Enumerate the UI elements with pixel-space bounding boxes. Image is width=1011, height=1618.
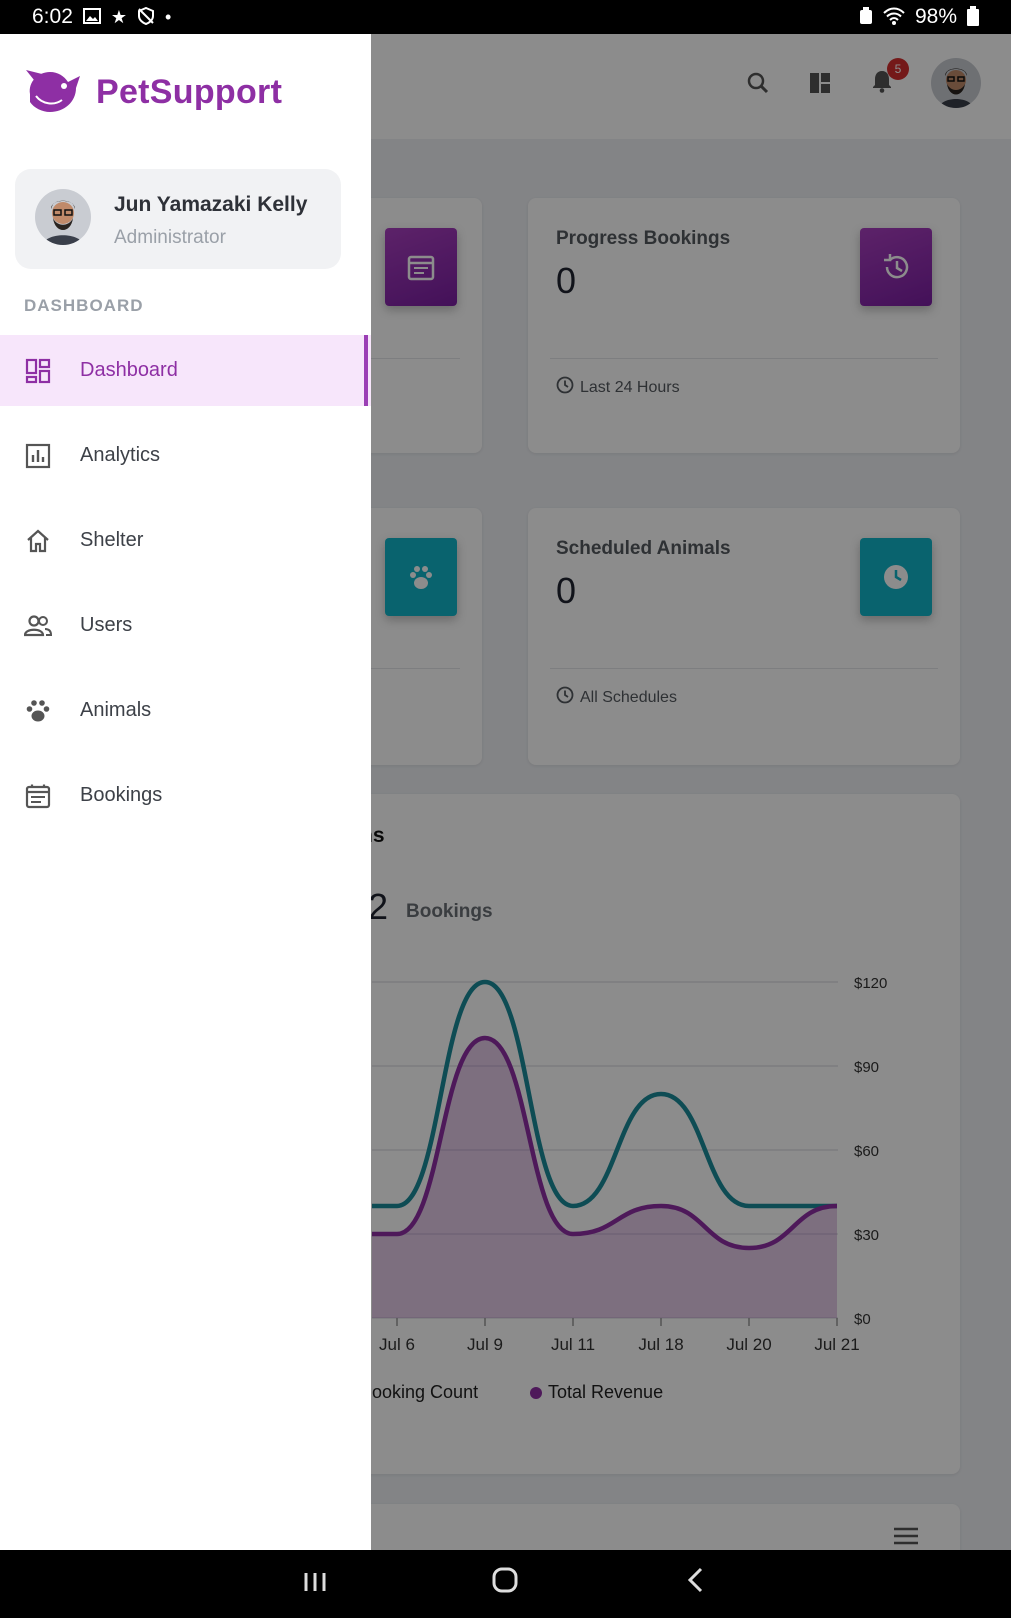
app-screen: 5 Progress Bookings 0 Last 24 Hours Sche… (0, 34, 1011, 1550)
section-label: DASHBOARD (24, 296, 144, 315)
nav-item-bookings[interactable]: Bookings (0, 760, 371, 831)
dot-icon: • (165, 7, 172, 27)
petsupport-logo-icon (24, 64, 82, 121)
back-icon[interactable] (666, 1567, 726, 1601)
nav-item-animals[interactable]: Animals (0, 675, 371, 746)
nav-item-shelter[interactable]: Shelter (0, 505, 371, 576)
nav-label: Users (80, 614, 133, 636)
star-icon: ★ (110, 7, 128, 27)
paw-icon (24, 697, 52, 725)
wifi-icon (883, 7, 905, 28)
nav-label: Dashboard (80, 359, 178, 381)
nav-label: Animals (80, 699, 152, 721)
battery-saver-icon (859, 6, 873, 28)
battery-percent: 98% (914, 5, 957, 28)
nav-item-users[interactable]: Users (0, 590, 371, 661)
recents-icon[interactable] (285, 1567, 345, 1601)
brand[interactable]: PetSupport (24, 64, 282, 121)
nav-label: Bookings (80, 784, 163, 806)
drawer-nav: Dashboard Analytics Shelter Users Animal… (0, 335, 371, 845)
nav-item-dashboard[interactable]: Dashboard (0, 335, 371, 406)
analytics-icon (24, 442, 52, 470)
shield-off-icon (137, 6, 155, 28)
battery-icon (967, 5, 979, 29)
dashboard-icon (24, 357, 52, 385)
avatar (35, 189, 91, 245)
navigation-drawer: PetSupport Jun Yamazaki Kelly Administra… (0, 34, 371, 1550)
nav-label: Analytics (80, 444, 161, 466)
nav-item-analytics[interactable]: Analytics (0, 420, 371, 491)
brand-name: PetSupport (96, 73, 283, 111)
system-navigation-bar (0, 1550, 1011, 1618)
image-icon (82, 7, 101, 27)
calendar-icon (24, 782, 52, 810)
home-button-icon[interactable] (475, 1567, 535, 1601)
status-bar: 6:02 ★ • 98% (0, 0, 1011, 34)
user-name: Jun Yamazaki Kelly (114, 193, 308, 216)
home-icon (24, 527, 52, 555)
users-icon (24, 612, 52, 640)
user-role: Administrator (114, 227, 226, 248)
user-card[interactable]: Jun Yamazaki Kelly Administrator (15, 169, 341, 269)
status-time: 6:02 (32, 5, 73, 28)
nav-label: Shelter (80, 529, 144, 551)
